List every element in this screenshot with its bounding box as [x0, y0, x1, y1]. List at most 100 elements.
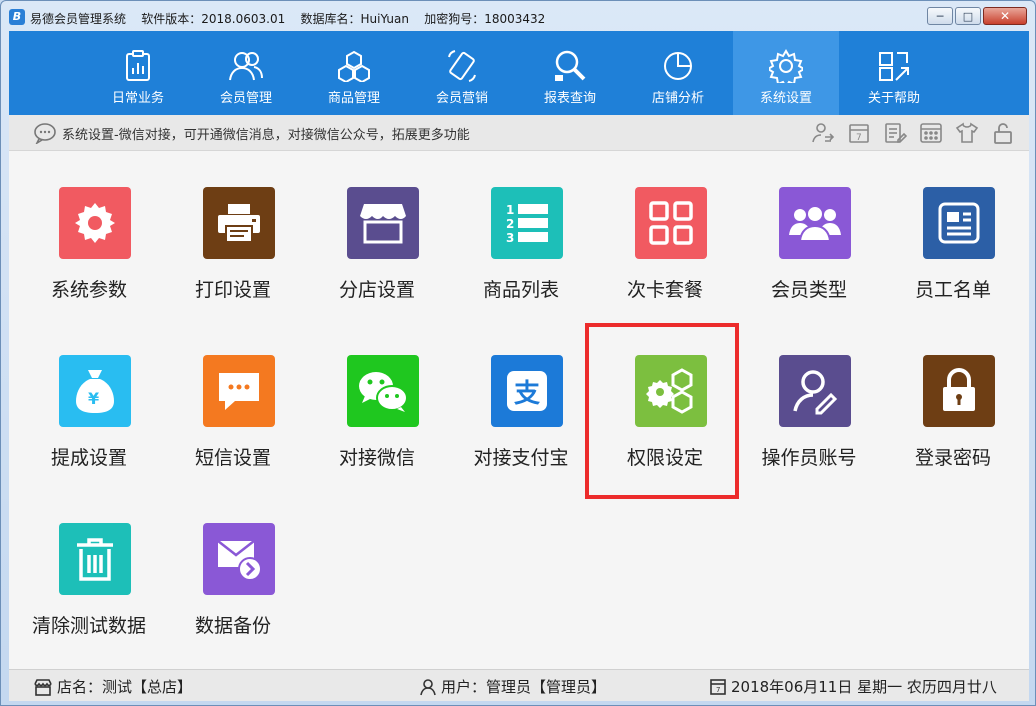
nav-label: 关于帮助	[867, 91, 920, 106]
tile-alipay[interactable]: 支 对接支付宝	[449, 339, 593, 489]
tile-label: 次卡套餐	[626, 279, 703, 301]
tshirt-icon	[955, 122, 979, 143]
tile-label: 分店设置	[338, 279, 415, 301]
close-button[interactable]: ✕	[983, 7, 1027, 25]
nav-label: 会员营销	[435, 91, 488, 106]
tile-label: 系统参数	[50, 279, 127, 301]
tile-permissions[interactable]: 权限设定	[593, 339, 737, 489]
tile-label: 员工名单	[914, 279, 991, 301]
skin-button[interactable]	[953, 120, 981, 146]
lock-button[interactable]	[989, 120, 1017, 146]
clipboard-chart-icon	[121, 49, 155, 83]
title-bar[interactable]: B 易德会员管理系统 软件版本：2018.0603.01 数据库名：HuiYua…	[1, 1, 1035, 31]
numbered-list-icon: 123	[491, 187, 563, 259]
tile-label: 打印设置	[194, 279, 271, 301]
search-report-icon	[553, 49, 587, 83]
nav-item-help[interactable]: 关于帮助	[841, 31, 947, 115]
members-icon	[229, 49, 263, 83]
svg-text:支: 支	[514, 379, 540, 409]
user-icon	[420, 678, 436, 695]
tile-label: 对接微信	[338, 447, 415, 469]
tile-label: 提成设置	[50, 447, 127, 469]
tile-staff-list[interactable]: 员工名单	[881, 171, 1025, 321]
tile-print-settings[interactable]: 打印设置	[161, 171, 305, 321]
svg-text:2: 2	[506, 217, 514, 231]
status-bar: 店名：测试【总店】 用户：管理员【管理员】 7 2018年06月11日 星期一 …	[9, 669, 1029, 701]
tile-system-params[interactable]: 系统参数	[17, 171, 161, 321]
window-title: 易德会员管理系统 软件版本：2018.0603.01 数据库名：HuiYuan …	[30, 12, 546, 26]
info-bar: 系统设置-微信对接，可开通微信消息，对接微信公众号，拓展更多功能 7	[9, 115, 1029, 151]
tile-wechat[interactable]: 对接微信	[305, 339, 449, 489]
svg-text:¥: ¥	[88, 389, 99, 408]
nav-item-products[interactable]: 商品管理	[301, 31, 407, 115]
tile-label: 数据备份	[194, 615, 271, 637]
app-logo-icon: B	[9, 9, 25, 25]
tile-clear-test-data[interactable]: 清除测试数据	[17, 507, 161, 657]
user-edit-icon	[779, 355, 851, 427]
info-text: 系统设置-微信对接，可开通微信消息，对接微信公众号，拓展更多功能	[62, 128, 470, 143]
calendar-button[interactable]: 7	[845, 120, 873, 146]
nav-item-daily[interactable]: 日常业务	[85, 31, 191, 115]
calendar-icon: 7	[710, 678, 726, 695]
tile-operator-account[interactable]: 操作员账号	[737, 339, 881, 489]
message-icon	[203, 355, 275, 427]
current-date: 2018年06月11日 星期一 农历四月廿八	[731, 678, 997, 696]
nav-item-reports[interactable]: 报表查询	[517, 31, 623, 115]
tile-label: 权限设定	[626, 447, 703, 469]
calculator-button[interactable]	[917, 120, 945, 146]
user-group-icon	[779, 187, 851, 259]
nav-label: 报表查询	[543, 91, 596, 106]
tile-branch-settings[interactable]: 分店设置	[305, 171, 449, 321]
gear-icon	[59, 187, 131, 259]
nav-item-settings[interactable]: 系统设置	[733, 31, 839, 115]
tile-data-backup[interactable]: 数据备份	[161, 507, 305, 657]
maximize-icon: □	[962, 9, 974, 23]
tile-label: 会员类型	[770, 279, 847, 301]
alipay-icon: 支	[491, 355, 563, 427]
tile-label: 商品列表	[482, 279, 559, 301]
tile-commission-settings[interactable]: ¥ 提成设置	[17, 339, 161, 489]
nav-label: 商品管理	[327, 91, 380, 106]
gear-icon	[769, 49, 803, 83]
nav-item-analysis[interactable]: 店铺分析	[625, 31, 731, 115]
maximize-button[interactable]: □	[955, 7, 981, 25]
tile-card-package[interactable]: 次卡套餐	[593, 171, 737, 321]
tile-login-password[interactable]: 登录密码	[881, 339, 1025, 489]
svg-text:1: 1	[506, 203, 514, 217]
tile-label: 登录密码	[914, 447, 991, 469]
svg-text:7: 7	[856, 133, 862, 143]
mail-forward-icon	[203, 523, 275, 595]
cubes-icon	[337, 49, 371, 83]
tile-label: 短信设置	[194, 447, 271, 469]
status-store: 店名：测试【总店】	[33, 676, 192, 697]
user-name: 用户：管理员【管理员】	[441, 678, 607, 696]
nav-label: 系统设置	[759, 91, 812, 106]
nav-item-members[interactable]: 会员管理	[193, 31, 299, 115]
tile-product-list[interactable]: 123 商品列表	[449, 171, 593, 321]
minimize-button[interactable]: ─	[927, 7, 953, 25]
nav-item-marketing[interactable]: 会员营销	[409, 31, 515, 115]
lock-icon	[994, 123, 1012, 144]
pie-chart-icon	[661, 49, 695, 83]
tile-member-type[interactable]: 会员类型	[737, 171, 881, 321]
status-user: 用户：管理员【管理员】	[419, 676, 606, 697]
help-icon	[877, 49, 911, 83]
nav-label: 日常业务	[111, 91, 164, 106]
phone-icon	[445, 49, 479, 83]
tile-label: 清除测试数据	[31, 615, 146, 637]
calendar-icon: 7	[849, 124, 869, 143]
user-switch-icon	[812, 123, 835, 143]
notes-button[interactable]	[881, 120, 909, 146]
settings-panel: 系统参数 打印设置 分店设置 123 商品列表 次卡套餐 会员类型 员工名单 ¥…	[9, 151, 1029, 669]
close-icon: ✕	[999, 9, 1011, 23]
nav-label: 会员管理	[219, 91, 272, 106]
trash-icon	[59, 523, 131, 595]
store-name: 店名：测试【总店】	[57, 678, 193, 696]
calculator-icon	[920, 123, 942, 143]
gears-icon	[635, 355, 707, 427]
user-switch-button[interactable]	[809, 120, 837, 146]
minimize-icon: ─	[936, 9, 944, 23]
tile-label: 对接支付宝	[473, 447, 569, 469]
tile-sms-settings[interactable]: 短信设置	[161, 339, 305, 489]
grid-icon	[635, 187, 707, 259]
